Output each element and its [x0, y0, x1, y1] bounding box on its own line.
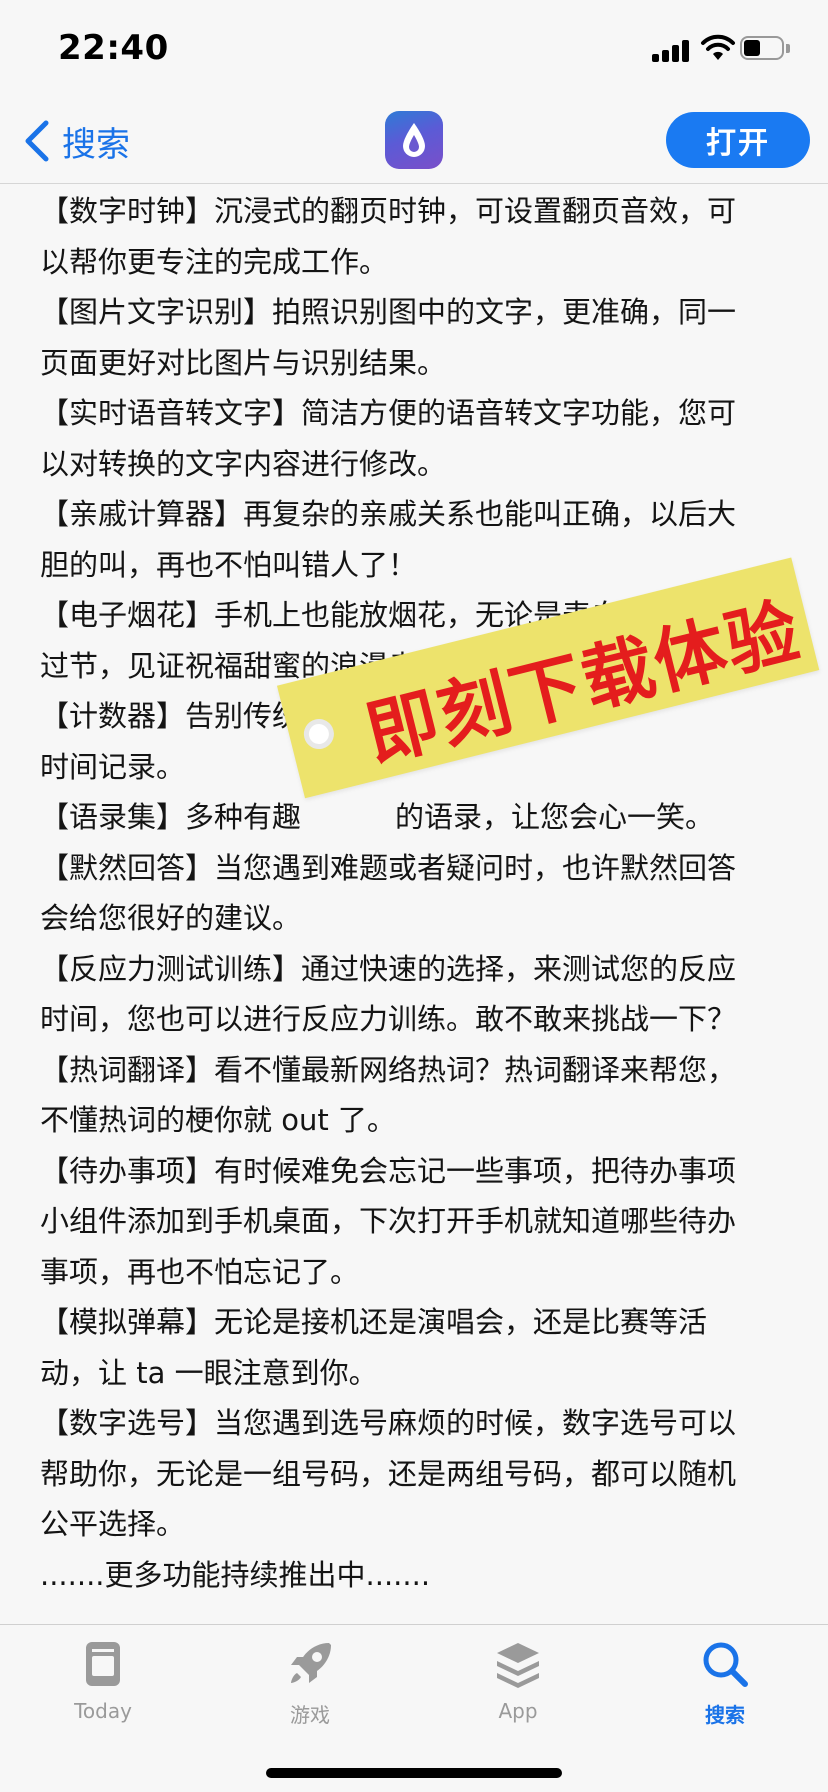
tab-search[interactable]: 搜索 — [655, 1625, 795, 1735]
status-time: 22:40 — [58, 28, 169, 68]
rocket-icon — [291, 1643, 331, 1683]
description-line: 【数字选号】当您遇到选号麻烦的时候，数字选号可以 — [40, 1406, 737, 1440]
description-line-tail: 的语录，让您会心一笑。 — [395, 800, 715, 834]
tab-label: Today — [74, 1699, 132, 1723]
description-line: 时间，您也可以进行反应力训练。敢不敢来挑战一下？ — [40, 1002, 737, 1036]
description-line: 事项，再也不怕忘记了。 — [40, 1254, 360, 1289]
tab-apps[interactable]: App — [448, 1625, 588, 1735]
description-line: 【图片文字识别】拍照识别图中的文字，更准确，同一 — [40, 295, 737, 329]
battery-icon — [740, 36, 790, 62]
description-line: 不懂热词的梗你就 out 了。 — [40, 1103, 396, 1137]
description-line: 动，让 ta 一眼注意到你。 — [40, 1355, 378, 1390]
description-line: .......更多功能持续推出中....... — [40, 1557, 431, 1592]
description-line: 以帮你更专注的完成工作。 — [40, 244, 389, 279]
tag-hole — [300, 715, 338, 753]
description-line: 胆的叫，再也不怕叫错人了！ — [40, 547, 418, 582]
description-line: 【语录集】多种有趣 的语录，让您会心一笑。 — [40, 792, 780, 843]
description-line: 【待办事项】有时候难免会忘记一些事项，把待办事项 — [40, 1153, 737, 1188]
cellular-signal-icon — [652, 40, 692, 62]
description-line: 【亲戚计算器】再复杂的亲戚关系也能叫正确，以后大 — [40, 497, 737, 531]
chevron-left-icon — [25, 120, 49, 162]
description-line: 小组件添加到手机桌面，下次打开手机就知道哪些待办 — [40, 1204, 737, 1238]
wifi-icon — [701, 34, 735, 60]
description-line: 帮助你，无论是一组号码，还是两组号码，都可以随机 — [40, 1456, 737, 1491]
tab-bar: Today 游戏 App 搜索 — [0, 1624, 828, 1792]
description-line: 【反应力测试训练】通过快速的选择，来测试您的反应 — [40, 951, 737, 986]
description-line: 【数字时钟】沉浸式的翻页时钟，可设置翻页音效，可 — [40, 194, 737, 228]
water-drop-app-icon — [385, 111, 443, 169]
description-line: 页面更好对比图片与识别结果。 — [40, 345, 447, 380]
description-line: 【默然回答】当您遇到难题或者疑问时，也许默然回答 — [40, 850, 737, 885]
description-line: 【热词翻译】看不懂最新网络热词？热词翻译来帮您， — [40, 1052, 737, 1087]
description-line: 【模拟弹幕】无论是接机还是演唱会，还是比赛等活 — [40, 1305, 708, 1339]
tab-today[interactable]: Today — [33, 1625, 173, 1735]
description-line: 公平选择。 — [40, 1507, 186, 1541]
back-button[interactable]: 搜索 — [22, 116, 130, 166]
description-line: 以对转换的文字内容进行修改。 — [40, 446, 447, 481]
nav-bar: 搜索 打开 — [0, 100, 828, 184]
tab-label: 搜索 — [705, 1703, 745, 1727]
home-indicator[interactable] — [266, 1768, 562, 1778]
description-line-head: 【语录集】多种有趣 — [40, 800, 302, 834]
app-description: 【数字时钟】沉浸式的翻页时钟，可设置翻页音效，可 以帮你更专注的完成工作。 【图… — [40, 186, 780, 1620]
open-button[interactable]: 打开 — [666, 112, 810, 168]
tab-label: App — [498, 1699, 538, 1723]
today-icon — [86, 1642, 120, 1686]
search-icon — [703, 1642, 748, 1687]
status-bar: 22:40 — [0, 0, 828, 100]
tab-games[interactable]: 游戏 — [240, 1625, 380, 1735]
description-line: 会给您很好的建议。 — [40, 901, 302, 935]
description-line: 【实时语音转文字】简洁方便的语音转文字功能，您可 — [40, 396, 737, 430]
tab-label: 游戏 — [290, 1703, 330, 1727]
back-label: 搜索 — [62, 124, 130, 165]
app-stack-icon — [497, 1643, 539, 1688]
